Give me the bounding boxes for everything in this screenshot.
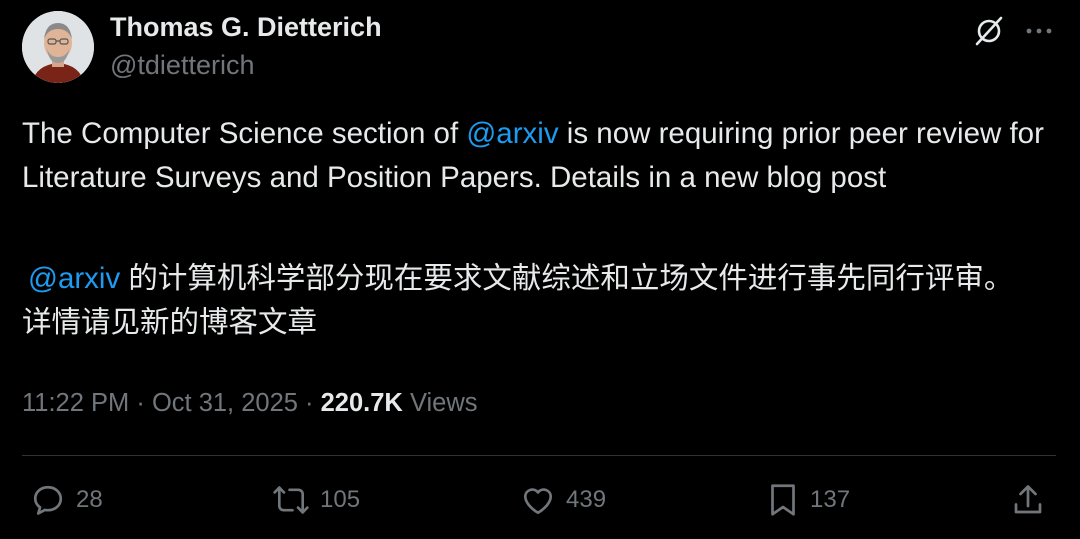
views-count[interactable]: 220.7K xyxy=(321,389,403,417)
reply-button[interactable]: 28 xyxy=(30,480,103,520)
avatar[interactable] xyxy=(22,11,94,83)
translation-mention-link[interactable]: @arxiv xyxy=(28,262,120,295)
share-button[interactable] xyxy=(1010,480,1046,520)
divider xyxy=(22,455,1056,456)
bookmark-button[interactable]: 137 xyxy=(766,480,850,520)
mention-link[interactable]: @arxiv xyxy=(466,117,558,150)
tweet: Thomas G. Dietterich @tdietterich The Co… xyxy=(0,0,1080,539)
translation-text: 的计算机科学部分现在要求文献综述和立场文件进行事先同行评审。详情请见新的博客文章 xyxy=(22,262,1014,339)
tweet-time[interactable]: 11:22 PM xyxy=(22,389,129,417)
author-name[interactable]: Thomas G. Dietterich xyxy=(110,12,382,43)
reply-icon xyxy=(33,485,63,515)
tweet-meta: 11:22 PM · Oct 31, 2025 · 220.7K Views xyxy=(22,389,478,418)
bookmark-icon xyxy=(771,484,795,516)
author-handle[interactable]: @tdietterich xyxy=(110,50,254,81)
tweet-text: The Computer Science section of @arxiv i… xyxy=(22,112,1052,200)
repost-button[interactable]: 105 xyxy=(272,480,360,520)
like-button[interactable]: 439 xyxy=(520,480,606,520)
like-count: 439 xyxy=(566,486,607,513)
like-icon xyxy=(523,488,553,515)
tweet-date[interactable]: Oct 31, 2025 xyxy=(152,389,298,417)
reply-count: 28 xyxy=(76,486,103,513)
repost-count: 105 xyxy=(320,486,361,513)
bookmark-count: 137 xyxy=(810,486,851,513)
retweet-icon xyxy=(273,486,309,514)
meta-separator: · xyxy=(129,389,152,417)
views-label: Views xyxy=(402,389,478,417)
tweet-text-prefix: The Computer Science section of xyxy=(22,117,467,150)
tweet-translation: @arxiv 的计算机科学部分现在要求文献综述和立场文件进行事先同行评审。详情请… xyxy=(22,257,1032,345)
share-icon xyxy=(1014,485,1042,514)
grok-icon[interactable] xyxy=(972,14,1006,48)
meta-separator: · xyxy=(297,389,321,417)
more-icon[interactable] xyxy=(1022,14,1056,48)
